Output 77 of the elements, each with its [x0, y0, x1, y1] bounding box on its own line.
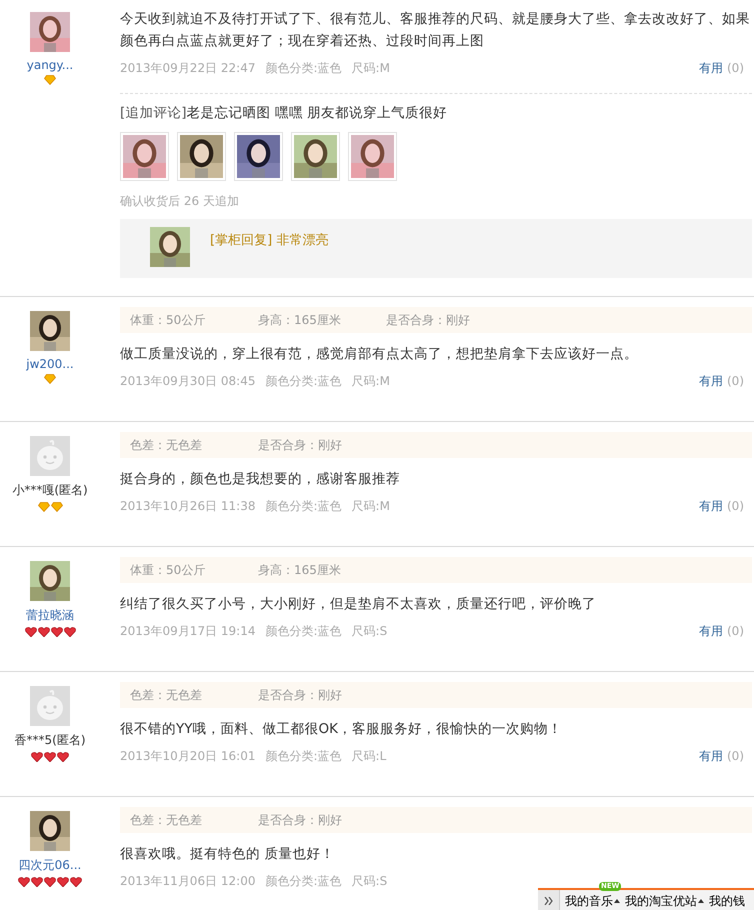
attribute-text: 体重：50公斤 — [130, 562, 206, 578]
user-name[interactable]: 四次元06... — [18, 857, 82, 874]
heart-icon — [57, 877, 69, 887]
review-date: 2013年10月20日 16:01 — [120, 748, 256, 764]
review-date: 2013年09月22日 22:47 — [120, 60, 256, 76]
seller-reply: [掌柜回复] 非常漂亮 — [210, 232, 328, 249]
toolbar-menu[interactable]: 我的淘宝优站 — [625, 892, 704, 910]
heart-icon — [50, 627, 62, 637]
attribute-text: 是否合身：刚好 — [258, 686, 343, 704]
order-detail: 尺码:L — [352, 748, 386, 764]
heart-icon — [18, 877, 30, 887]
useful-link[interactable]: 有用 (0) — [699, 498, 744, 514]
photo-thumbnail[interactable] — [177, 132, 226, 181]
review-date: 2013年10月26日 11:38 — [120, 498, 256, 514]
heart-icon — [31, 752, 43, 762]
user-name[interactable]: jw200... — [26, 357, 74, 371]
expand-button[interactable] — [538, 890, 560, 910]
toolbar-menu[interactable]: 我的钱 — [709, 892, 745, 910]
order-detail: 颜色分类:蓝色 — [265, 622, 342, 640]
photo-thumbnail[interactable] — [234, 132, 283, 181]
attribute-text: 色差：无色差 — [130, 812, 203, 828]
review-date: 2013年09月30日 08:45 — [120, 372, 256, 390]
useful-link[interactable]: 有用 (0) — [699, 622, 744, 640]
followup-note: 确认收货后 26 天追加 — [120, 193, 240, 210]
heart-icon — [57, 752, 69, 762]
toolbar-menu[interactable]: 我的音乐 — [565, 892, 620, 910]
heart-icon — [44, 752, 56, 762]
heart-icon — [31, 877, 43, 887]
heart-icon — [64, 627, 76, 637]
heart-icon — [24, 627, 36, 637]
photo-thumbnail[interactable] — [348, 132, 397, 181]
review-text: 今天收到就迫不及待打开试了下、很有范儿、客服推荐的尺码、就是腰身大了些、拿去改改好了、如果颜色再白点蓝点就更好了；现在穿着还热、过段时间再上图 — [120, 10, 751, 51]
review-text: 纠结了很久买了小号，大小刚好，但是垫肩不太喜欢，质量还行吧，评价晚了 — [120, 595, 596, 614]
order-detail: 颜色分类:蓝色 — [265, 60, 342, 76]
review-date: 2013年09月17日 19:14 — [120, 622, 256, 640]
photo-thumbnail[interactable] — [291, 132, 340, 181]
default-avatar-icon — [30, 686, 70, 726]
attribute-text: 身高：165厘米 — [258, 312, 342, 328]
diamond-icon — [44, 75, 56, 85]
attribute-text: 是否合身：刚好 — [258, 436, 343, 454]
diamond-icon — [50, 502, 62, 512]
review-text: 挺合身的，颜色也是我想要的，感谢客服推荐 — [120, 470, 400, 489]
default-avatar-icon — [30, 436, 70, 476]
review-text: 很不错的YY哦，面料、做工都很OK，客服服务好，很愉快的一次购物！ — [120, 720, 562, 739]
attribute-text: 色差：无色差 — [130, 436, 203, 454]
attribute-text: 体重：50公斤 — [130, 312, 206, 328]
attribute-text: 身高：165厘米 — [258, 562, 342, 578]
review-text: 做工质量没说的，穿上很有范，感觉肩部有点太高了，想把垫肩拿下去应该好一点。 — [120, 345, 638, 364]
order-detail: 尺码:M — [352, 372, 390, 390]
useful-link[interactable]: 有用 (0) — [699, 60, 744, 76]
useful-link[interactable]: 有用 (0) — [699, 372, 744, 390]
review-text: 很喜欢哦。挺有特色的 质量也好！ — [120, 845, 334, 864]
useful-link[interactable]: 有用 (0) — [699, 748, 744, 764]
user-name[interactable]: 蕾拉晓涵 — [26, 607, 74, 624]
user-name: 小***嘎(匿名) — [12, 482, 88, 499]
order-detail: 尺码:M — [352, 498, 390, 514]
order-detail: 颜色分类:蓝色 — [265, 372, 342, 390]
order-detail: 颜色分类:蓝色 — [265, 498, 342, 514]
chevrons-icon — [544, 897, 554, 905]
order-detail: 尺码:M — [352, 60, 390, 76]
heart-icon — [38, 627, 50, 637]
photo-thumbnail[interactable] — [120, 132, 169, 181]
order-detail: 尺码:S — [352, 872, 388, 890]
diamond-icon — [44, 374, 56, 384]
order-detail: 尺码:S — [352, 622, 388, 640]
heart-icon — [70, 877, 82, 887]
attribute-text: 是否合身：刚好 — [258, 812, 343, 828]
order-detail: 颜色分类:蓝色 — [265, 872, 342, 890]
attribute-text: 色差：无色差 — [130, 686, 203, 704]
review-date: 2013年11月06日 12:00 — [120, 872, 256, 890]
order-detail: 颜色分类:蓝色 — [265, 748, 342, 764]
followup-text: [追加评论]老是忘记晒图 嘿嘿 朋友都说穿上气质很好 — [120, 104, 448, 123]
attribute-text: 是否合身：刚好 — [386, 312, 471, 328]
user-name: 香***5(匿名) — [14, 732, 86, 749]
diamond-icon — [38, 502, 50, 512]
heart-icon — [44, 877, 56, 887]
user-name[interactable]: yangy... — [26, 58, 74, 72]
